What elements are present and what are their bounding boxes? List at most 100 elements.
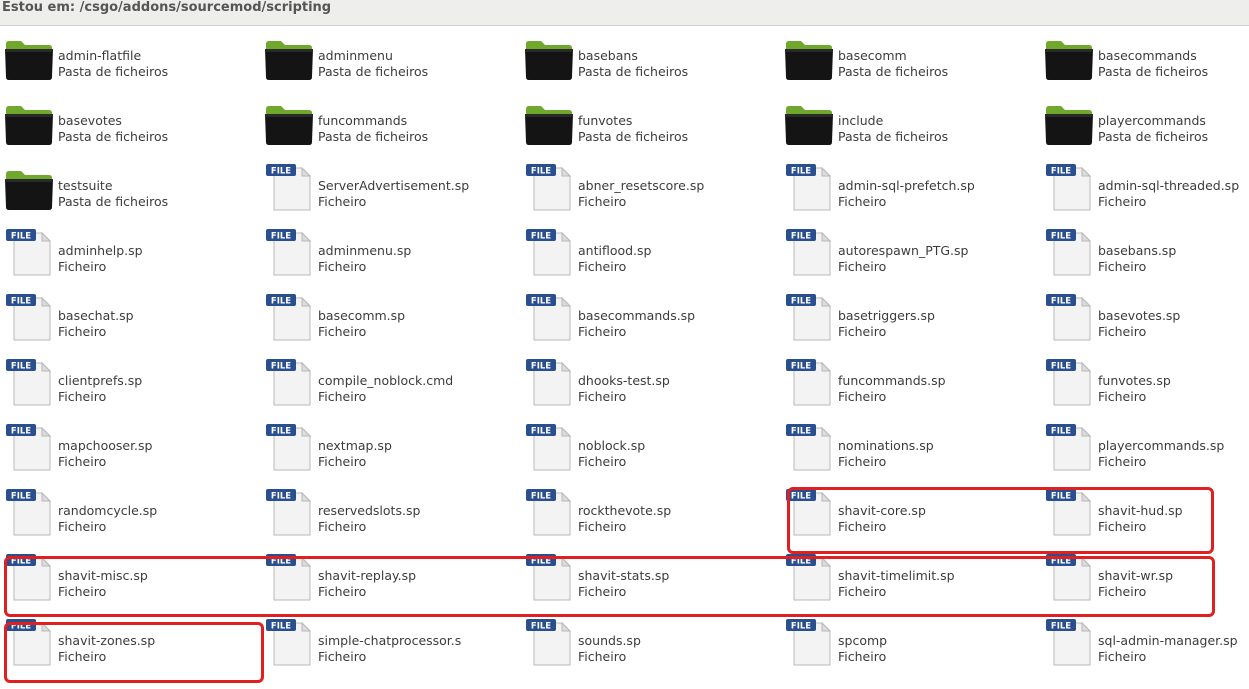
item-name: clientprefs.sp — [58, 373, 143, 388]
item-name: randomcycle.sp — [58, 503, 158, 518]
svg-text:FILE: FILE — [1051, 362, 1071, 372]
file-item[interactable]: FILE funcommands.sp Ficheiro — [780, 353, 1035, 413]
item-name: ServerAdvertisement.sp — [318, 178, 470, 193]
file-item[interactable]: FILE sounds.sp Ficheiro — [520, 613, 775, 673]
file-item[interactable]: FILE clientprefs.sp Ficheiro — [0, 353, 255, 413]
folder-item[interactable]: include Pasta de ficheiros — [780, 93, 1035, 153]
file-item[interactable]: FILE abner_resetscore.sp Ficheiro — [520, 158, 775, 218]
file-item[interactable]: FILE simple-chatprocessor.s Ficheiro — [260, 613, 515, 673]
folder-icon — [264, 97, 314, 147]
item-type: Ficheiro — [578, 324, 627, 339]
item-type: Ficheiro — [318, 519, 367, 534]
file-item[interactable]: FILE adminhelp.sp Ficheiro — [0, 223, 255, 283]
file-item[interactable]: FILE nominations.sp Ficheiro — [780, 418, 1035, 478]
file-item[interactable]: FILE dhooks-test.sp Ficheiro — [520, 353, 775, 413]
item-type: Ficheiro — [1098, 389, 1147, 404]
folder-icon — [524, 97, 574, 147]
file-item[interactable]: FILE shavit-core.sp Ficheiro — [780, 483, 1035, 543]
file-item[interactable]: FILE shavit-misc.sp Ficheiro — [0, 548, 255, 608]
file-item[interactable]: FILE adminmenu.sp Ficheiro — [260, 223, 515, 283]
file-item[interactable]: FILE basechat.sp Ficheiro — [0, 288, 255, 348]
item-type: Ficheiro — [838, 324, 887, 339]
file-item[interactable]: FILE admin-sql-prefetch.sp Ficheiro — [780, 158, 1035, 218]
folder-item[interactable]: basecomm Pasta de ficheiros — [780, 28, 1035, 88]
item-type: Ficheiro — [58, 259, 107, 274]
file-item[interactable]: FILE basecomm.sp Ficheiro — [260, 288, 515, 348]
item-type: Pasta de ficheiros — [58, 129, 169, 144]
file-item[interactable]: FILE nextmap.sp Ficheiro — [260, 418, 515, 478]
item-name: adminhelp.sp — [58, 243, 143, 258]
file-icon: FILE — [784, 227, 834, 277]
item-name: spcomp — [838, 633, 888, 648]
item-type: Ficheiro — [318, 454, 367, 469]
file-icon: FILE — [1044, 422, 1094, 472]
folder-item[interactable]: playercommands Pasta de ficheiros — [1040, 93, 1249, 153]
file-item[interactable]: FILE basecommands.sp Ficheiro — [520, 288, 775, 348]
file-item[interactable]: FILE ServerAdvertisement.sp Ficheiro — [260, 158, 515, 218]
file-item[interactable]: FILE sql-admin-manager.sp Ficheiro — [1040, 613, 1249, 673]
item-name: funvotes.sp — [1098, 373, 1171, 388]
file-icon: FILE — [784, 617, 834, 667]
folder-item[interactable]: testsuite Pasta de ficheiros — [0, 158, 255, 218]
svg-text:FILE: FILE — [1051, 427, 1071, 437]
file-item[interactable]: FILE antiflood.sp Ficheiro — [520, 223, 775, 283]
folder-item[interactable]: basecommands Pasta de ficheiros — [1040, 28, 1249, 88]
file-icon: FILE — [4, 422, 54, 472]
item-type: Pasta de ficheiros — [838, 64, 949, 79]
folder-item[interactable]: admin-flatfile Pasta de ficheiros — [0, 28, 255, 88]
file-item[interactable]: FILE shavit-zones.sp Ficheiro — [0, 613, 255, 673]
file-icon: FILE — [1044, 227, 1094, 277]
item-type: Ficheiro — [838, 389, 887, 404]
file-item[interactable]: FILE compile_noblock.cmd Ficheiro — [260, 353, 515, 413]
file-item[interactable]: FILE basebans.sp Ficheiro — [1040, 223, 1249, 283]
file-icon: FILE — [4, 487, 54, 537]
folder-item[interactable]: adminmenu Pasta de ficheiros — [260, 28, 515, 88]
file-item[interactable]: FILE rockthevote.sp Ficheiro — [520, 483, 775, 543]
item-name: compile_noblock.cmd — [318, 373, 454, 388]
item-type: Pasta de ficheiros — [318, 64, 429, 79]
folder-icon — [784, 32, 834, 82]
file-icon: FILE — [784, 487, 834, 537]
item-type: Ficheiro — [578, 584, 627, 599]
item-type: Pasta de ficheiros — [318, 129, 429, 144]
item-type: Ficheiro — [58, 584, 107, 599]
file-item[interactable]: FILE reservedslots.sp Ficheiro — [260, 483, 515, 543]
file-icon: FILE — [784, 357, 834, 407]
file-item[interactable]: FILE shavit-timelimit.sp Ficheiro — [780, 548, 1035, 608]
svg-text:FILE: FILE — [11, 557, 31, 567]
item-name: abner_resetscore.sp — [578, 178, 705, 193]
file-item[interactable]: FILE spcomp Ficheiro — [780, 613, 1035, 673]
folder-item[interactable]: basebans Pasta de ficheiros — [520, 28, 775, 88]
folder-icon — [264, 32, 314, 82]
folder-item[interactable]: funcommands Pasta de ficheiros — [260, 93, 515, 153]
folder-item[interactable]: basevotes Pasta de ficheiros — [0, 93, 255, 153]
svg-text:FILE: FILE — [11, 622, 31, 632]
file-icon: FILE — [264, 617, 314, 667]
item-name: funcommands — [318, 113, 408, 128]
file-item[interactable]: FILE shavit-wr.sp Ficheiro — [1040, 548, 1249, 608]
folder-icon — [784, 97, 834, 147]
file-icon: FILE — [264, 292, 314, 342]
file-item[interactable]: FILE mapchooser.sp Ficheiro — [0, 418, 255, 478]
svg-text:FILE: FILE — [791, 232, 811, 242]
file-item[interactable]: FILE basevotes.sp Ficheiro — [1040, 288, 1249, 348]
file-item[interactable]: FILE randomcycle.sp Ficheiro — [0, 483, 255, 543]
file-icon: FILE — [1044, 487, 1094, 537]
item-name: shavit-wr.sp — [1098, 568, 1174, 583]
svg-text:FILE: FILE — [11, 297, 31, 307]
folder-item[interactable]: funvotes Pasta de ficheiros — [520, 93, 775, 153]
file-item[interactable]: FILE playercommands.sp Ficheiro — [1040, 418, 1249, 478]
item-type: Ficheiro — [1098, 194, 1147, 209]
file-item[interactable]: FILE shavit-hud.sp Ficheiro — [1040, 483, 1249, 543]
file-item[interactable]: FILE shavit-replay.sp Ficheiro — [260, 548, 515, 608]
item-name: basebans.sp — [1098, 243, 1177, 258]
file-item[interactable]: FILE basetriggers.sp Ficheiro — [780, 288, 1035, 348]
file-item[interactable]: FILE admin-sql-threaded.sp Ficheiro — [1040, 158, 1249, 218]
file-item[interactable]: FILE noblock.sp Ficheiro — [520, 418, 775, 478]
file-item[interactable]: FILE autorespawn_PTG.sp Ficheiro — [780, 223, 1035, 283]
item-name: shavit-replay.sp — [318, 568, 417, 583]
file-icon: FILE — [784, 162, 834, 212]
file-item[interactable]: FILE funvotes.sp Ficheiro — [1040, 353, 1249, 413]
file-icon: FILE — [4, 552, 54, 602]
file-item[interactable]: FILE shavit-stats.sp Ficheiro — [520, 548, 775, 608]
